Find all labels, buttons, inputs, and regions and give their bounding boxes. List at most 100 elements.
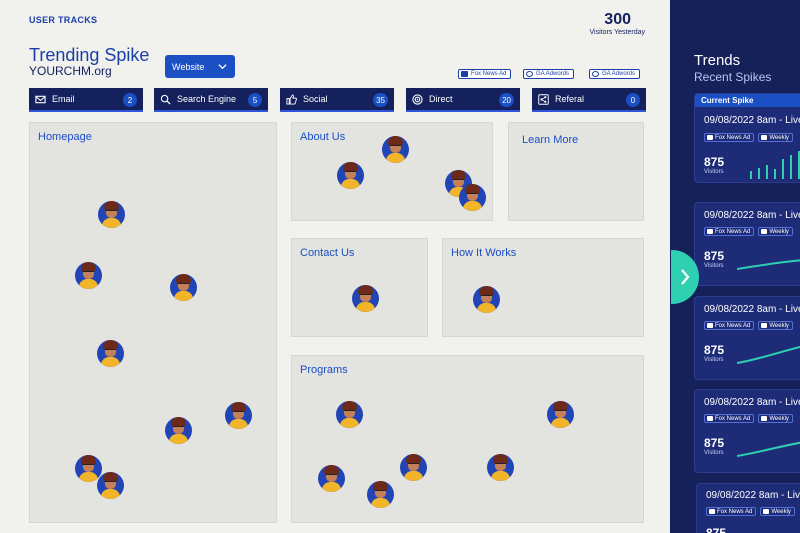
spike-tag-label: Fox News Ad [715,134,751,141]
zone-label: About Us [300,131,346,143]
spike-tag-source: Fox News Ad [704,414,755,423]
source-label: Search Engine [177,94,237,104]
news-icon [461,71,468,77]
app-label: USER TRACKS [29,15,98,25]
visitor-avatar[interactable] [97,340,124,367]
spike-bar-sparkline [750,151,800,179]
spike-tag-label: Weekly [769,134,789,141]
visitor-avatar[interactable] [487,454,514,481]
source-count: 5 [248,93,262,107]
source-count: 20 [499,93,514,107]
spike-trend-line [737,345,800,364]
legend-ga-adwords: GA Adwords [523,69,575,79]
sidebar-subtitle: Recent Spikes [694,70,772,84]
spike-tag-label: Weekly [769,415,789,422]
news-icon [707,323,713,328]
zone-learn-more[interactable]: Learn More [508,122,644,221]
search-icon [160,94,171,105]
thumbs-up-icon [286,93,297,105]
spike-tag-label: Weekly [769,322,789,329]
visitor-avatar[interactable] [97,472,124,499]
mail-icon [761,229,768,234]
site-dropdown[interactable]: Website [165,55,235,78]
visitor-avatar[interactable] [336,401,363,428]
spike-card[interactable]: 09/08/2022 8am - Live Fox News Ad Weekly… [694,389,800,473]
spike-tag-source: Fox News Ad [706,507,757,516]
source-label: Referal [555,94,585,104]
news-icon [709,509,715,514]
spike-visitors: 875 [706,526,727,533]
spike-tag-source: Fox News Ad [704,133,755,142]
visitors-count: 300 [604,11,631,28]
spike-tag-label: Fox News Ad [715,415,751,422]
sidebar-title: Trends [694,52,741,69]
spike-card-current[interactable]: Current Spike 09/08/2022 8am - Live Fox … [694,93,800,183]
ga-icon [592,71,599,77]
source-label: Direct [429,94,453,104]
news-icon [707,416,713,421]
visitor-avatar[interactable] [165,417,192,444]
legend-fox-news: Fox News Ad [458,69,512,79]
legend-label: GA Adwords [602,71,636,77]
zone-label: How It Works [451,247,517,259]
visitor-avatar[interactable] [318,465,345,492]
zone-label: Homepage [38,131,92,143]
spike-card[interactable]: 09/08/2022 8am - Live Fox News Ad Weekly… [694,296,800,380]
spike-date: 09/08/2022 8am - Live [704,304,800,315]
spike-tag-label: Fox News Ad [715,322,751,329]
zone-programs[interactable]: Programs [291,355,644,523]
page-title: Trending Spike [29,45,150,65]
visitor-avatar[interactable] [225,402,252,429]
spike-visitors: 875 [704,249,725,263]
spike-trend-line [737,441,800,457]
visitor-avatar[interactable] [337,162,364,189]
news-icon [707,135,713,140]
visitor-avatar[interactable] [400,454,427,481]
visitor-avatar[interactable] [75,262,102,289]
source-tab-referal[interactable]: Referal 0 [532,88,646,112]
visitor-avatar[interactable] [382,136,409,163]
legend-ga-adwords-2: GA Adwords [589,69,641,79]
spike-tag-frequency: Weekly [758,321,793,330]
spike-tag-frequency: Weekly [760,507,795,516]
legend-label: GA Adwords [536,71,570,77]
spike-visitors: 875 [704,436,725,450]
source-tab-search-engine[interactable]: Search Engine 5 [154,88,268,112]
source-label: Social [303,94,328,104]
zone-label: Programs [300,364,348,376]
spike-visitors: 875 [704,343,725,357]
visitor-avatar[interactable] [367,481,394,508]
source-tab-direct[interactable]: Direct 20 [406,88,520,112]
visitor-avatar[interactable] [473,286,500,313]
source-tab-social[interactable]: Social 35 [280,88,394,112]
visitor-avatar[interactable] [352,285,379,312]
zone-label: Learn More [522,134,579,146]
mail-icon [761,323,768,328]
zone-homepage[interactable]: Homepage [29,122,277,523]
visitor-avatar[interactable] [459,184,486,211]
source-count: 35 [373,93,388,107]
source-tab-email[interactable]: Email 2 [29,88,143,112]
visitor-avatar[interactable] [98,201,125,228]
spike-card[interactable]: 09/08/2022 8am - Live Fox News Ad Weekly… [696,483,800,533]
spike-trend-line [737,259,800,270]
visitor-avatar[interactable] [170,274,197,301]
source-label: Email [52,94,75,104]
spike-date: 09/08/2022 8am - Live [706,490,800,501]
current-spike-header: Current Spike [695,94,800,107]
target-icon [412,93,423,105]
spike-tag-label: Weekly [769,228,789,235]
legend-label: Fox News Ad [471,71,507,77]
spike-tag-label: Weekly [771,508,791,515]
page-url: YOURCHM.org [29,64,112,78]
visitor-avatar[interactable] [547,401,574,428]
spike-tag-label: Fox News Ad [715,228,751,235]
source-count: 0 [626,93,640,107]
spike-date: 09/08/2022 8am - Live [704,397,800,408]
mail-icon [761,416,768,421]
source-count: 2 [123,93,137,107]
spike-tag-frequency: Weekly [758,414,793,423]
spike-card[interactable]: 09/08/2022 8am - Live Fox News Ad Weekly… [694,202,800,286]
zone-how-it-works[interactable]: How It Works [442,238,644,337]
spike-tag-source: Fox News Ad [704,321,755,330]
